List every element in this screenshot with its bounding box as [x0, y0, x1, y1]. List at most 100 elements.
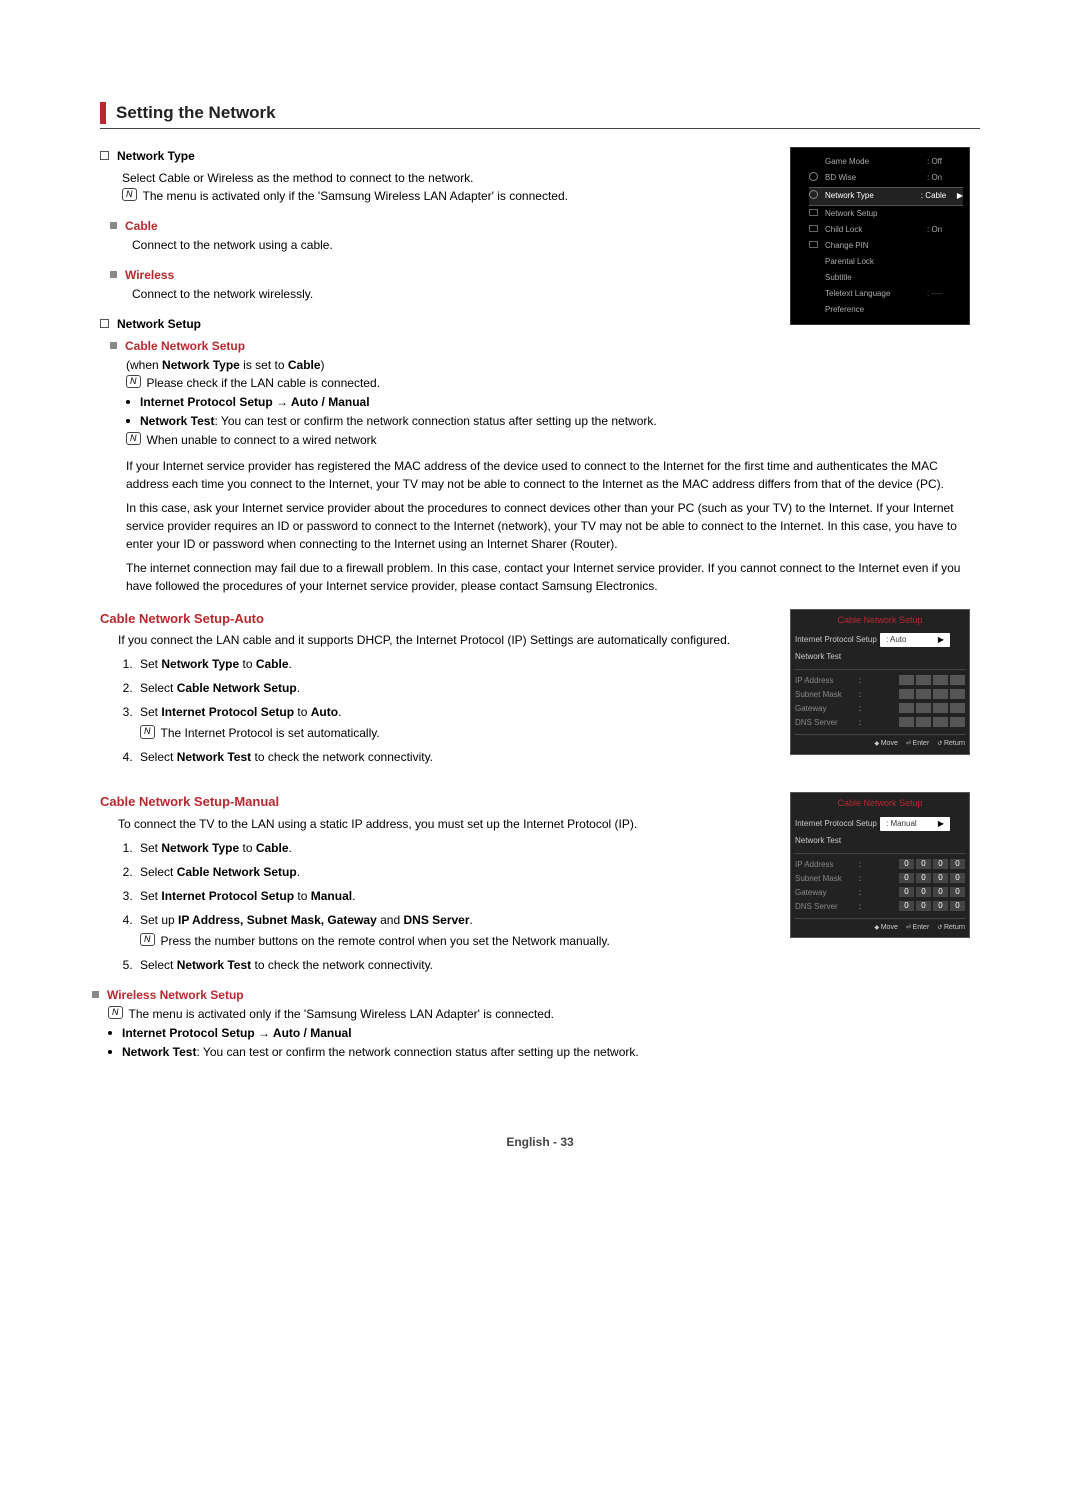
cns-auto-steps: Set Network Type to Cable. Select Cable … [136, 655, 770, 766]
list-item: Select Network Test to check the network… [136, 956, 770, 974]
cable-paragraph: If your Internet service provider has re… [126, 457, 980, 493]
item-label: Cable Network Setup [125, 337, 245, 355]
menu-row: Preference [809, 302, 963, 318]
popup-field-row: IP Address: [795, 674, 965, 688]
popup-title: Cable Network Setup [795, 797, 965, 811]
menu-row: Subtitle [809, 270, 963, 286]
cns-popup-manual: Cable Network Setup Internet Protocol Se… [790, 792, 970, 938]
heading-cns-manual: Cable Network Setup-Manual [100, 792, 770, 812]
item-label: Cable [125, 217, 158, 235]
popup-title: Cable Network Setup [795, 614, 965, 628]
cns-auto-intro: If you connect the LAN cable and it supp… [118, 631, 770, 649]
popup-ntest-row: Network Test [795, 833, 965, 849]
popup-field-row: Subnet Mask:0000 [795, 872, 965, 886]
gear-icon [809, 190, 818, 199]
popup-footer: Move Enter Return [795, 918, 965, 934]
menu-row: Game Mode: Off [809, 154, 963, 170]
rect-icon [809, 209, 818, 216]
note-icon: N [140, 933, 155, 947]
menu-row: Change PIN [809, 238, 963, 254]
menu-row: Network Setup [809, 206, 963, 222]
small-square-icon [110, 342, 117, 349]
item-cable-text: Connect to the network using a cable. [132, 236, 770, 254]
wireless-note: N The menu is activated only if the 'Sam… [108, 1005, 770, 1023]
cable-ntest-line: Network Test: You can test or confirm th… [126, 412, 980, 430]
small-square-icon [92, 991, 99, 998]
list-item: Set Network Type to Cable. [136, 655, 770, 673]
dot-icon [126, 419, 130, 423]
heading-network-type: Network Type [100, 147, 770, 165]
item-wireless: Wireless [110, 266, 770, 284]
item-label: Wireless [125, 266, 174, 284]
popup-ntest-row: Network Test [795, 649, 965, 665]
heading-network-setup: Network Setup [100, 315, 770, 333]
popup-field-row: DNS Server: [795, 716, 965, 730]
menu-row: Child Lock: On [809, 222, 963, 238]
note-icon: N [126, 432, 141, 446]
menu-row-highlight: Network Type: Cable▶ [809, 187, 963, 206]
chevron-right-icon: ▶ [957, 190, 963, 202]
note-icon: N [140, 725, 155, 739]
popup-field-row: IP Address:0000 [795, 858, 965, 872]
cns-manual-steps: Set Network Type to Cable. Select Cable … [136, 839, 770, 974]
square-bullet-icon [100, 319, 109, 328]
popup-ips-row: Internet Protocol Setup : Auto▶ [795, 631, 965, 649]
network-type-note: N The menu is activated only if the 'Sam… [122, 187, 770, 205]
popup-field-row: Gateway: [795, 702, 965, 716]
list-item: Set Internet Protocol Setup to Manual. [136, 887, 770, 905]
menu-row: BD Wise: On [809, 170, 963, 187]
chevron-right-icon: ▶ [938, 818, 944, 830]
small-square-icon [110, 222, 117, 229]
heading-text: Network Setup [117, 315, 201, 333]
popup-field-row: Gateway:0000 [795, 886, 965, 900]
gear-icon [809, 172, 818, 181]
list-item: Select Network Test to check the network… [136, 748, 770, 766]
cable-paragraph: The internet connection may fail due to … [126, 559, 980, 595]
section-title: Setting the Network [116, 100, 980, 126]
popup-field-row: DNS Server:0000 [795, 900, 965, 914]
wireless-ntest-line: Network Test: You can test or confirm th… [108, 1043, 770, 1061]
wireless-ips-line: Internet Protocol Setup → Auto / Manual [108, 1024, 770, 1042]
cns-manual-intro: To connect the TV to the LAN using a sta… [118, 815, 770, 833]
page-footer: English - 33 [100, 1133, 980, 1151]
menu-row: Teletext Language: ---- [809, 286, 963, 302]
tv-osd-menu: Game Mode: Off BD Wise: On Network Type:… [790, 147, 970, 325]
item-cable-network-setup: Cable Network Setup [110, 337, 980, 355]
heading-text: Network Type [117, 147, 195, 165]
cable-ips-line: Internet Protocol Setup → Auto / Manual [126, 393, 980, 411]
list-item: Select Cable Network Setup. [136, 679, 770, 697]
item-label: Wireless Network Setup [107, 986, 244, 1004]
note-icon: N [126, 375, 141, 389]
popup-footer: Move Enter Return [795, 734, 965, 750]
cable-paragraph: In this case, ask your Internet service … [126, 499, 980, 553]
header-accent-bar [100, 102, 106, 124]
item-wireless-network-setup: Wireless Network Setup [92, 986, 770, 1004]
cable-note-lan: N Please check if the LAN cable is conne… [126, 374, 980, 392]
note-text: The menu is activated only if the 'Samsu… [143, 187, 568, 205]
chevron-right-icon: ▶ [938, 634, 944, 646]
list-item: Set Internet Protocol Setup to Auto. NTh… [136, 703, 770, 742]
rect-icon [809, 225, 818, 232]
list-item: Set Network Type to Cable. [136, 839, 770, 857]
cable-when-line: (when Network Type is set to Cable) [126, 356, 980, 374]
cns-popup-auto: Cable Network Setup Internet Protocol Se… [790, 609, 970, 755]
menu-row: Parental Lock [809, 254, 963, 270]
item-wireless-text: Connect to the network wirelessly. [132, 285, 770, 303]
popup-ips-row: Internet Protocol Setup : Manual▶ [795, 815, 965, 833]
cable-note-unable: N When unable to connect to a wired netw… [126, 431, 980, 449]
list-item: Set up IP Address, Subnet Mask, Gateway … [136, 911, 770, 950]
section-header: Setting the Network [100, 100, 980, 129]
heading-cns-auto: Cable Network Setup-Auto [100, 609, 770, 629]
list-item: Select Cable Network Setup. [136, 863, 770, 881]
dot-icon [126, 400, 130, 404]
popup-field-row: Subnet Mask: [795, 688, 965, 702]
item-cable: Cable [110, 217, 770, 235]
rect-icon [809, 241, 818, 248]
network-type-desc: Select Cable or Wireless as the method t… [122, 169, 770, 187]
note-icon: N [108, 1006, 123, 1020]
small-square-icon [110, 271, 117, 278]
dot-icon [108, 1050, 112, 1054]
dot-icon [108, 1031, 112, 1035]
square-bullet-icon [100, 151, 109, 160]
note-icon: N [122, 188, 137, 202]
